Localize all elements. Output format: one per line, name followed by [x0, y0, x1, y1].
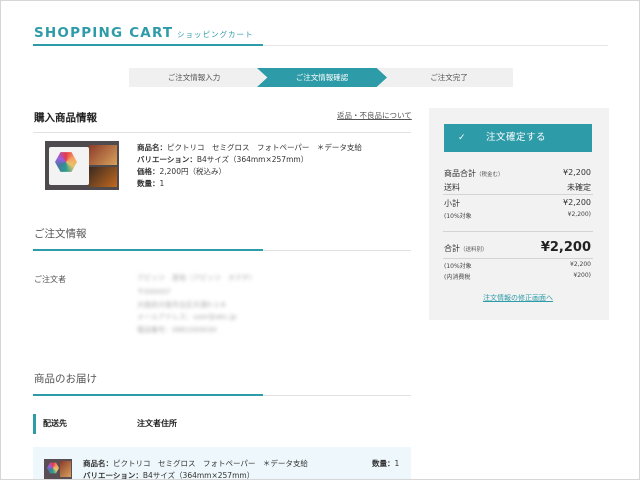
small-tax-label: (10%対象	[444, 213, 472, 220]
delivery-item-name-value: ピクトリコ セミグロス フォトペーパー ＊データ支給	[113, 459, 308, 468]
page-title: SHOPPING CART	[34, 25, 174, 41]
orderer-name: アピッツ 恵地（アピッツ オデヂ）	[137, 274, 256, 282]
inner-tax-value: ¥200)	[573, 272, 591, 279]
product-price-row: 価格：2,200円（税込み）	[137, 166, 226, 178]
tax-label: (10%対象	[444, 263, 472, 270]
delivery-item-qty-value: 1	[394, 459, 400, 468]
orderer-phone: 電話番号：0661000030	[137, 326, 217, 334]
product-qty-label: 数量：	[137, 179, 160, 188]
product-thumbnail	[45, 141, 119, 190]
small-total-value: ¥2,200	[563, 198, 591, 207]
product-qty-row: 数量：1	[137, 178, 164, 190]
returns-link[interactable]: 返品・不良品について	[337, 110, 412, 121]
order-info-accent	[33, 249, 263, 251]
order-info-title: ご注文情報	[34, 228, 87, 240]
delivery-item-thumbnail	[44, 459, 72, 479]
confirm-order-button[interactable]: ✓ 注文確定する	[444, 124, 592, 152]
thumbnail-photo-bottom	[89, 167, 117, 187]
purchase-section-title: 購入商品情報	[34, 112, 97, 124]
product-variation-row: バリエーション：B4サイズ（364mm×257mm）	[137, 154, 308, 166]
small-total-label: 小計	[444, 199, 460, 208]
product-name-row: 商品名：ピクトリコ セミグロス フォトペーパー ＊データ支給	[137, 142, 362, 154]
product-variation-value: B4サイズ（364mm×257mm）	[196, 155, 309, 164]
small-tax-value: ¥2,200)	[567, 211, 591, 218]
delivery-thumbnail-photo	[60, 461, 71, 477]
shipping-value: 未確定	[567, 183, 591, 192]
check-icon: ✓	[458, 133, 466, 143]
delivery-item-qty-label: 数量：	[372, 459, 395, 468]
subtotal-label: 商品合計	[444, 169, 476, 178]
shipping-label: 送料	[444, 183, 460, 192]
thumbnail-photo-top	[89, 145, 117, 165]
summary-divider-2	[443, 231, 593, 232]
total-label: 合計	[444, 244, 460, 253]
subtotal-value: ¥2,200	[563, 168, 591, 177]
page-frame: SHOPPING CART ショッピングカート ご注文情報入力 ご注文完了 ご注…	[0, 0, 640, 480]
delivery-item-variation-row: バリエーション：B4サイズ（364mm×257mm）	[83, 470, 255, 480]
product-name-label: 商品名：	[137, 143, 167, 152]
inner-tax-label: (内消費税	[444, 274, 471, 281]
total-note: （送料別）	[460, 247, 488, 253]
delivery-title: 商品のお届け	[34, 373, 97, 385]
product-variation-label: バリエーション：	[137, 155, 197, 164]
subtotal-row-label: 商品合計（税金む）	[444, 168, 504, 179]
total-value: ¥2,200	[540, 240, 591, 255]
delivery-item-name-label: 商品名：	[83, 459, 113, 468]
step-order-complete: ご注文完了	[430, 73, 468, 82]
delivery-item-qty-row: 数量：1	[372, 458, 399, 470]
orderer-email: メールアドレス：user@abc.jp	[137, 313, 237, 321]
delivery-item-name-row: 商品名：ピクトリコ セミグロス フォトペーパー ＊データ支給	[83, 458, 308, 470]
delivery-item-variation-value: B4サイズ（364mm×257mm）	[142, 471, 255, 480]
delivery-item-variation-label: バリエーション：	[83, 471, 143, 480]
product-qty-value: 1	[159, 179, 165, 188]
total-row-label: 合計（送料別）	[444, 243, 488, 254]
delivery-hexagon-image	[47, 462, 59, 474]
delivery-accent	[33, 394, 263, 396]
step-order-confirm-active: ご注文情報確認	[257, 68, 387, 87]
header-accent-bar	[33, 44, 263, 46]
purchase-divider	[33, 132, 411, 133]
summary-divider-1	[443, 194, 593, 195]
tax-value: ¥2,200	[570, 261, 591, 268]
product-name-value: ピクトリコ セミグロス フォトペーパー ＊データ支給	[167, 143, 362, 152]
step-order-input: ご注文情報入力	[167, 73, 221, 82]
confirm-order-label: 注文確定する	[486, 132, 547, 143]
product-price-value: 2,200円（税込み）	[159, 167, 226, 176]
subtotal-note: （税金む）	[476, 172, 504, 178]
page-subtitle: ショッピングカート	[177, 30, 254, 39]
edit-order-link[interactable]: 注文情報の修正画面へ	[444, 293, 592, 303]
delivery-address-label: 注文者住所	[137, 419, 177, 428]
product-price-label: 価格：	[137, 167, 160, 176]
summary-divider-3	[443, 258, 593, 259]
checkout-steps: ご注文情報入力 ご注文完了 ご注文情報確認	[129, 68, 513, 87]
orderer-label: ご注文者	[34, 275, 66, 284]
delivery-destination-label: 配送先	[33, 414, 67, 434]
orderer-address: 大阪府大阪市北区天満5-1-6	[137, 301, 226, 309]
orderer-postal: 〒000007	[137, 288, 171, 296]
